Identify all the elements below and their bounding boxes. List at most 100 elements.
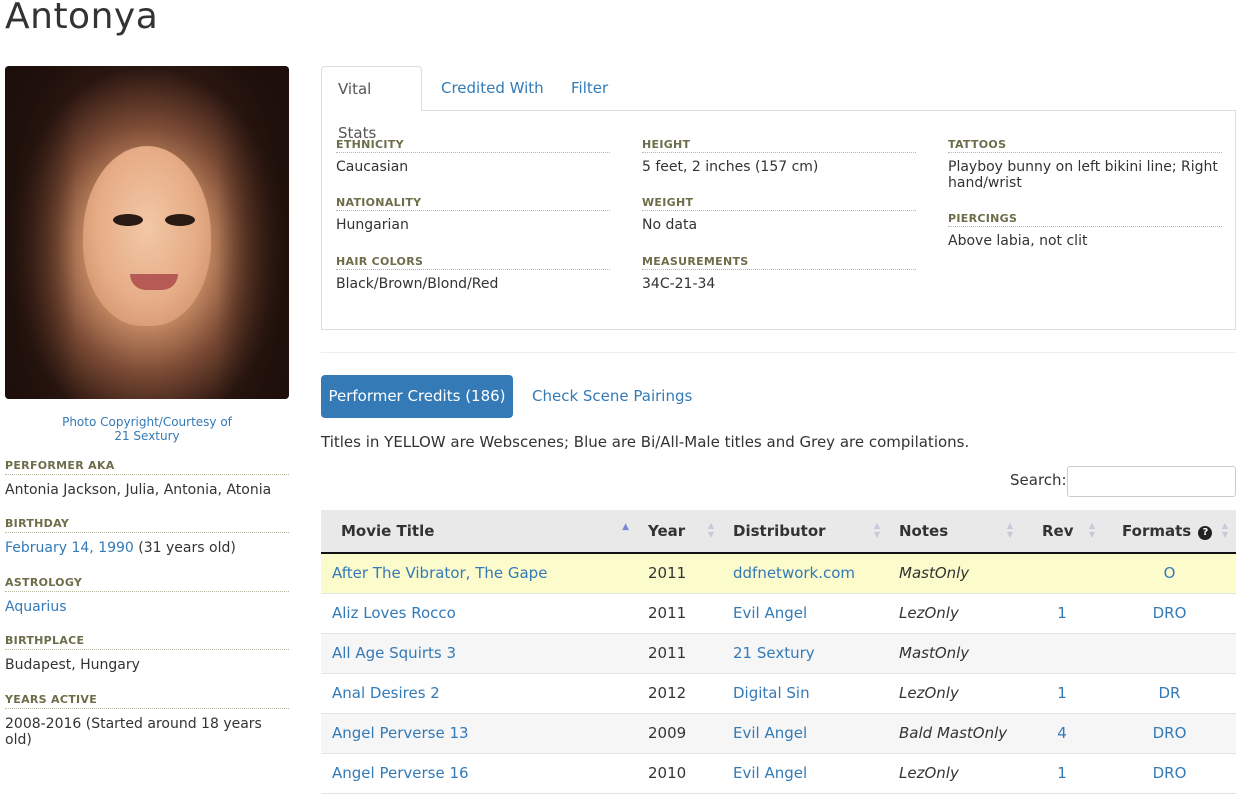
rev-link[interactable]: 1 — [1057, 604, 1067, 622]
distributor-link[interactable]: 21 Sextury — [733, 644, 815, 662]
movie-title-link[interactable]: Angel Perverse 16 — [332, 764, 469, 782]
performer-photo — [5, 66, 289, 399]
notes-cell: LezOnly — [888, 673, 1021, 714]
formats-link[interactable]: O — [1164, 564, 1176, 582]
stats-tabs: Vital Stats Credited With Filter — [321, 66, 1236, 142]
distributor-link[interactable]: Evil Angel — [733, 604, 807, 622]
bio-years-active-value: 2008-2016 (Started around 18 years old) — [5, 716, 262, 748]
stat-ethnicity-label: ETHNICITY — [336, 138, 610, 153]
col-year[interactable]: Year ▲ ▼ — [637, 510, 722, 554]
notes-cell: MastOnly — [888, 553, 1021, 594]
vital-stats-panel: ETHNICITY Caucasian NATIONALITY Hungaria… — [321, 110, 1236, 330]
rev-link[interactable]: 1 — [1057, 684, 1067, 702]
tab-filter[interactable]: Filter — [555, 66, 624, 111]
sort-icon: ▲ ▼ — [1088, 521, 1095, 539]
bio-birthday-value: February 14, 1990 (31 years old) — [5, 540, 289, 556]
stat-tattoos-label: TATTOOS — [948, 138, 1222, 153]
bio-birthday-label: BIRTHDAY — [5, 517, 289, 533]
sort-icon: ▲ ▼ — [873, 521, 880, 539]
stat-measurements-value: 34C-21-34 — [642, 276, 716, 292]
stat-nationality-label: NATIONALITY — [336, 196, 610, 211]
photo-credit-line1: Photo Copyright/Courtesy of — [62, 415, 232, 429]
formats-link[interactable]: DRO — [1153, 604, 1187, 622]
stat-hair-colors: HAIR COLORS Black/Brown/Blond/Red — [336, 255, 610, 292]
notes-cell: LezOnly — [888, 753, 1021, 794]
stat-piercings-value: Above labia, not clit — [948, 233, 1088, 249]
astrology-link[interactable]: Aquarius — [5, 599, 66, 615]
stat-height-label: HEIGHT — [642, 138, 916, 153]
stat-weight-value: No data — [642, 217, 698, 233]
bio-years-active-label: YEARS ACTIVE — [5, 693, 289, 709]
movie-title-link[interactable]: Anal Desires 2 — [332, 684, 440, 702]
bio-birthday: BIRTHDAY February 14, 1990 (31 years old… — [5, 517, 289, 556]
stat-height: HEIGHT 5 feet, 2 inches (157 cm) — [642, 138, 916, 175]
tab-credited-with[interactable]: Credited With — [425, 66, 560, 111]
rev-link[interactable]: 1 — [1057, 764, 1067, 782]
col-notes-label: Notes — [899, 522, 949, 540]
year-cell: 2012 — [637, 673, 722, 714]
bio-birthplace-value: Budapest, Hungary — [5, 657, 140, 673]
check-scene-pairings-link[interactable]: Check Scene Pairings — [532, 375, 692, 418]
formats-link[interactable]: DR — [1159, 684, 1181, 702]
formats-link[interactable]: DRO — [1153, 764, 1187, 782]
distributor-link[interactable]: Digital Sin — [733, 684, 810, 702]
birthday-link[interactable]: February 14, 1990 — [5, 540, 134, 556]
bio-aka: PERFORMER AKA Antonia Jackson, Julia, An… — [5, 459, 289, 498]
stat-hair-colors-label: HAIR COLORS — [336, 255, 610, 270]
distributor-link[interactable]: ddfnetwork.com — [733, 564, 855, 582]
stat-weight-label: WEIGHT — [642, 196, 916, 211]
color-legend-note: Titles in YELLOW are Webscenes; Blue are… — [321, 433, 970, 451]
bio-astrology: ASTROLOGY Aquarius — [5, 576, 289, 615]
col-distributor-label: Distributor — [733, 522, 826, 540]
notes-cell: Bald MastOnly — [888, 713, 1021, 754]
sort-icon: ▲ ▼ — [1006, 521, 1013, 539]
col-movie-title[interactable]: Movie Title ▲ — [321, 510, 637, 554]
distributor-link[interactable]: Evil Angel — [733, 764, 807, 782]
search-input[interactable] — [1067, 466, 1236, 497]
col-distributor[interactable]: Distributor ▲ ▼ — [722, 510, 888, 554]
distributor-link[interactable]: Evil Angel — [733, 724, 807, 742]
stat-tattoos: TATTOOS Playboy bunny on left bikini lin… — [948, 138, 1222, 191]
notes-cell: MastOnly — [888, 633, 1021, 674]
bio-birthplace: BIRTHPLACE Budapest, Hungary — [5, 634, 289, 673]
stat-tattoos-value: Playboy bunny on left bikini line; Right… — [948, 159, 1218, 191]
sort-icon: ▲ ▼ — [1221, 521, 1228, 539]
rev-link[interactable]: 4 — [1057, 724, 1067, 742]
tab-vital-stats[interactable]: Vital Stats — [321, 66, 422, 142]
year-cell: 2010 — [637, 753, 722, 794]
year-cell: 2009 — [637, 713, 722, 754]
col-notes[interactable]: Notes ▲ ▼ — [888, 510, 1021, 554]
photo-credit[interactable]: Photo Copyright/Courtesy of 21 Sextury — [5, 415, 289, 443]
year-cell: 2011 — [637, 633, 722, 674]
bio-birthplace-label: BIRTHPLACE — [5, 634, 289, 650]
movie-title-link[interactable]: Angel Perverse 13 — [332, 724, 469, 742]
stat-ethnicity: ETHNICITY Caucasian — [336, 138, 610, 175]
col-movie-title-label: Movie Title — [341, 522, 435, 540]
stat-nationality: NATIONALITY Hungarian — [336, 196, 610, 233]
bio-aka-label: PERFORMER AKA — [5, 459, 289, 475]
sort-icon: ▲ ▼ — [707, 521, 714, 539]
photo-credit-line2[interactable]: 21 Sextury — [5, 429, 289, 443]
page-title: Antonya — [5, 0, 159, 37]
movie-title-link[interactable]: After The Vibrator, The Gape — [332, 564, 547, 582]
movie-title-link[interactable]: Aliz Loves Rocco — [332, 604, 456, 622]
section-divider — [321, 352, 1236, 353]
stat-height-value: 5 feet, 2 inches (157 cm) — [642, 159, 819, 175]
stat-piercings-label: PIERCINGS — [948, 212, 1222, 227]
bio-years-active: YEARS ACTIVE 2008-2016 (Started around 1… — [5, 693, 289, 748]
col-rev[interactable]: Rev ▲ ▼ — [1021, 510, 1103, 554]
help-icon[interactable]: ? — [1198, 526, 1213, 540]
formats-link[interactable]: DRO — [1153, 724, 1187, 742]
credits-table: Movie Title ▲ Year ▲ ▼ Distributor ▲ ▼ Not… — [321, 510, 1236, 794]
bio-aka-value: Antonia Jackson, Julia, Antonia, Atonia — [5, 482, 272, 498]
movie-title-link[interactable]: All Age Squirts 3 — [332, 644, 456, 662]
stat-piercings: PIERCINGS Above labia, not clit — [948, 212, 1222, 249]
bio-astrology-value: Aquarius — [5, 599, 289, 615]
bio-astrology-label: ASTROLOGY — [5, 576, 289, 592]
col-year-label: Year — [648, 522, 686, 540]
stat-hair-colors-value: Black/Brown/Blond/Red — [336, 276, 499, 292]
col-formats[interactable]: Formats ? ▲ ▼ — [1103, 510, 1236, 554]
stat-nationality-value: Hungarian — [336, 217, 409, 233]
stat-ethnicity-value: Caucasian — [336, 159, 409, 175]
performer-credits-button[interactable]: Performer Credits (186) — [321, 375, 513, 418]
